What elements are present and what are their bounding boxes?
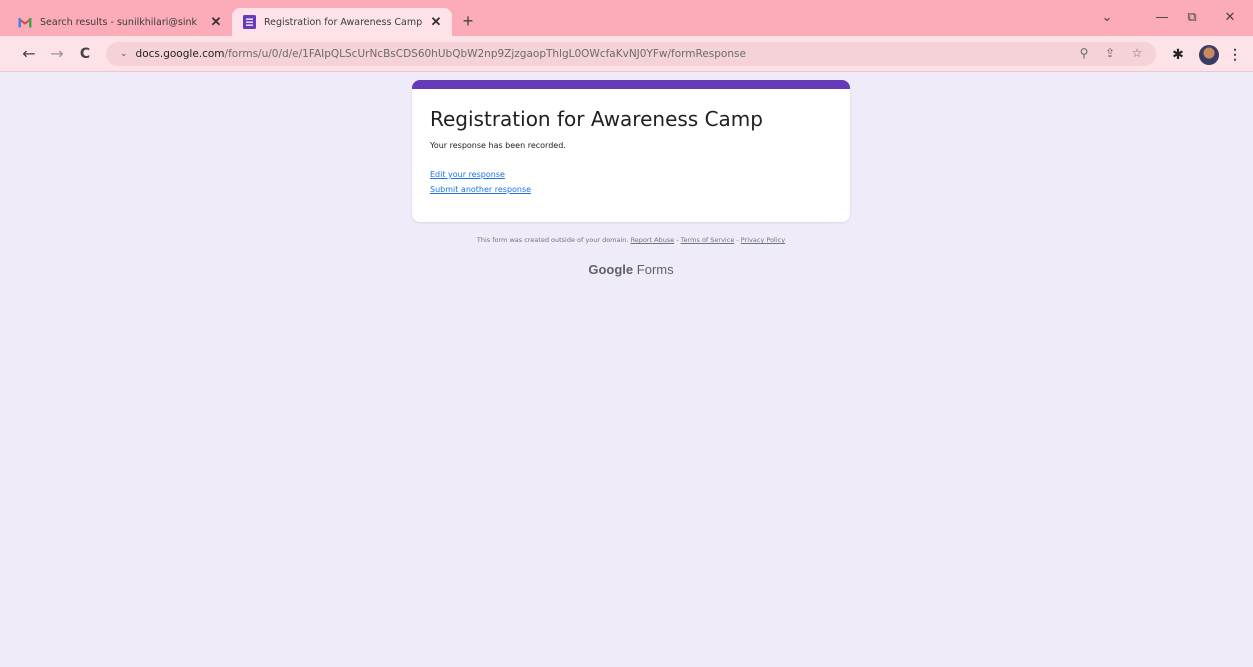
response-recorded-message: Your response has been recorded.	[430, 141, 566, 150]
close-tab-icon[interactable]: ✕	[428, 14, 444, 30]
new-tab-button[interactable]: +	[458, 12, 478, 32]
minimize-button[interactable]: —	[1150, 10, 1174, 25]
form-title: Registration for Awareness Camp	[430, 107, 763, 131]
edit-response-link[interactable]: Edit your response	[430, 170, 832, 179]
google-forms-logo[interactable]: Google Forms	[412, 262, 850, 277]
tab-title: Search results - sunilkhilari@sink	[40, 16, 198, 28]
tab-search-icon[interactable]: ⌄	[1095, 10, 1119, 25]
url-path: /forms/u/0/d/e/1FAIpQLScUrNcBsCDS60hUbQb…	[224, 48, 746, 60]
browser-toolbar: ← → C ⌄ docs.google.com/forms/u/0/d/e/1F…	[0, 36, 1253, 72]
reload-button[interactable]: C	[76, 45, 94, 63]
close-tab-icon[interactable]: ✕	[208, 14, 224, 30]
forward-button[interactable]: →	[48, 45, 66, 63]
footer-note: This form was created outside of your do…	[412, 236, 850, 244]
form-response-card: Registration for Awareness Camp Your res…	[412, 80, 850, 222]
more-menu-icon[interactable]: ⋮	[1228, 46, 1242, 63]
address-bar[interactable]: ⌄ docs.google.com/forms/u/0/d/e/1FAIpQLS…	[106, 42, 1156, 66]
tab-gmail-search[interactable]: Search results - sunilkhilari@sink ✕	[18, 8, 232, 36]
profile-avatar[interactable]	[1199, 45, 1219, 65]
google-wordmark: Google	[588, 262, 634, 277]
privacy-policy-link[interactable]: Privacy Policy	[741, 236, 785, 244]
restore-button[interactable]: ⧉	[1180, 10, 1204, 25]
submit-another-response-link[interactable]: Submit another response	[430, 185, 832, 194]
url-host: docs.google.com	[135, 48, 225, 60]
bookmark-star-icon[interactable]: ☆	[1129, 46, 1145, 60]
report-abuse-link[interactable]: Report Abuse	[631, 236, 675, 244]
close-window-button[interactable]: ✕	[1218, 10, 1242, 25]
gmail-icon	[18, 15, 32, 29]
tab-registration-form[interactable]: Registration for Awareness Camp ✕	[232, 8, 452, 36]
extensions-puzzle-icon[interactable]: ✱	[1170, 46, 1186, 63]
domain-note: This form was created outside of your do…	[476, 236, 629, 244]
site-info-icon[interactable]: ⌄	[120, 49, 128, 59]
terms-of-service-link[interactable]: Terms of Service	[681, 236, 735, 244]
url-text[interactable]: docs.google.com/forms/u/0/d/e/1FAIpQLScU…	[136, 48, 746, 60]
zoom-icon[interactable]: ⚲	[1076, 46, 1092, 60]
forms-icon	[242, 15, 256, 29]
back-button[interactable]: ←	[20, 45, 38, 63]
forms-wordmark: Forms	[633, 262, 674, 277]
tab-title: Registration for Awareness Camp	[264, 16, 423, 28]
share-icon[interactable]: ⇪	[1102, 46, 1118, 60]
tab-strip: Search results - sunilkhilari@sink ✕ Reg…	[0, 0, 1253, 36]
